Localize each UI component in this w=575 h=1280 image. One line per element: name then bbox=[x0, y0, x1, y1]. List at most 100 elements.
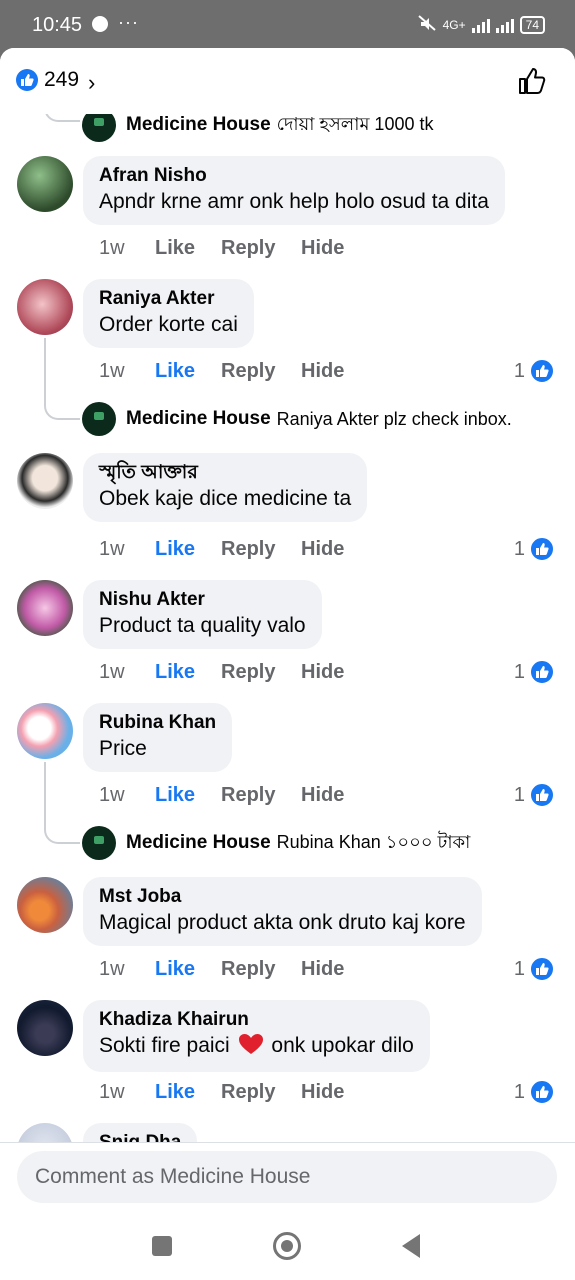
reaction-number: 1 bbox=[513, 1080, 525, 1103]
comment-text-part: Sokti fire paici bbox=[99, 1034, 230, 1057]
back-button[interactable] bbox=[402, 1234, 420, 1258]
comment-text: Product ta quality valo bbox=[99, 614, 306, 637]
comment-bubble[interactable]: Nishu Akter Product ta quality valo bbox=[83, 580, 322, 649]
hide-button[interactable]: Hide bbox=[301, 958, 344, 981]
like-button[interactable]: Like bbox=[155, 661, 221, 684]
comment-text: Price bbox=[99, 737, 147, 760]
reply-author[interactable]: Medicine House bbox=[126, 832, 271, 854]
comment-time[interactable]: 1w bbox=[99, 360, 155, 383]
reply-button[interactable]: Reply bbox=[221, 1081, 301, 1104]
reply-button[interactable]: Reply bbox=[221, 784, 301, 807]
reply-item: Medicine House Rubina Khan ১০০০ টাকা bbox=[82, 826, 470, 860]
comment-time[interactable]: 1w bbox=[99, 538, 155, 561]
like-reaction-icon[interactable] bbox=[16, 69, 38, 91]
comment-bubble[interactable]: Mst Joba Magical product akta onk druto … bbox=[83, 877, 482, 946]
comment-author[interactable]: Snig Dha bbox=[99, 1131, 181, 1142]
comment-text: Magical product akta onk druto kaj kore bbox=[99, 911, 466, 934]
chevron-right-icon[interactable]: › bbox=[88, 70, 95, 96]
comment-bubble[interactable]: Khadiza Khairun Sokti fire paici onk upo… bbox=[83, 1000, 430, 1072]
comment-author[interactable]: Mst Joba bbox=[99, 885, 466, 909]
signal-icon-2 bbox=[495, 17, 514, 33]
reaction-count[interactable]: 1 bbox=[514, 659, 555, 685]
comment-time[interactable]: 1w bbox=[99, 661, 155, 684]
avatar[interactable] bbox=[17, 580, 73, 636]
avatar[interactable] bbox=[17, 703, 73, 759]
comment-actions: 1w Like Reply Hide bbox=[99, 360, 344, 383]
like-button[interactable]: Like bbox=[155, 784, 221, 807]
reaction-count[interactable]: 1 bbox=[514, 358, 555, 384]
comment-feed[interactable]: Medicine House দোয়া হসলাম 1000 tk Afran… bbox=[0, 48, 575, 1142]
comment-bubble[interactable]: Afran Nisho Apndr krne amr onk help holo… bbox=[83, 156, 505, 225]
avatar[interactable] bbox=[17, 1000, 73, 1056]
like-outline-icon[interactable] bbox=[517, 66, 547, 101]
avatar[interactable] bbox=[17, 1123, 73, 1142]
reaction-count[interactable]: 1 bbox=[514, 1079, 555, 1105]
comment-text: Order korte cai bbox=[99, 313, 238, 336]
reply-button[interactable]: Reply bbox=[221, 538, 301, 561]
reply-button[interactable]: Reply bbox=[221, 661, 301, 684]
reply-item: Medicine House Raniya Akter plz check in… bbox=[82, 402, 512, 436]
comment-actions: 1w Like Reply Hide bbox=[99, 538, 344, 561]
thread-line bbox=[44, 338, 80, 420]
comment-input[interactable] bbox=[17, 1151, 557, 1203]
like-button[interactable]: Like bbox=[155, 360, 221, 383]
reaction-count[interactable]: 1 bbox=[514, 956, 555, 982]
comment-author[interactable]: Nishu Akter bbox=[99, 588, 306, 612]
network-type: 4G+ bbox=[442, 17, 466, 32]
comment-composer bbox=[0, 1142, 575, 1212]
hide-button[interactable]: Hide bbox=[301, 538, 344, 561]
reply-author[interactable]: Medicine House bbox=[126, 114, 271, 136]
hide-button[interactable]: Hide bbox=[301, 784, 344, 807]
reaction-count[interactable]: 1 bbox=[514, 536, 555, 562]
reply-button[interactable]: Reply bbox=[221, 958, 301, 981]
comment-bubble[interactable]: Rubina Khan Price bbox=[83, 703, 233, 772]
comment-author[interactable]: Raniya Akter bbox=[99, 287, 238, 311]
comment-time[interactable]: 1w bbox=[99, 784, 155, 807]
comment-text: Obek kaje dice medicine ta bbox=[99, 487, 352, 510]
comment-author[interactable]: Afran Nisho bbox=[99, 164, 489, 188]
comment-bubble[interactable]: Raniya Akter Order korte cai bbox=[83, 279, 254, 348]
recents-button[interactable] bbox=[152, 1236, 172, 1256]
like-button[interactable]: Like bbox=[155, 958, 221, 981]
reaction-count[interactable]: 1 bbox=[514, 782, 555, 808]
avatar[interactable] bbox=[82, 826, 116, 860]
comment-bubble[interactable]: Snig Dha bbox=[83, 1123, 198, 1142]
comment-time[interactable]: 1w bbox=[99, 237, 155, 260]
mute-icon bbox=[417, 14, 437, 35]
reaction-number: 1 bbox=[513, 783, 525, 806]
like-button[interactable]: Like bbox=[155, 237, 221, 260]
like-reaction-icon bbox=[529, 782, 555, 808]
battery-icon: 74 bbox=[519, 15, 545, 34]
hide-button[interactable]: Hide bbox=[301, 237, 344, 260]
comment-author[interactable]: স্মৃতি আক্তার bbox=[99, 461, 351, 485]
hide-button[interactable]: Hide bbox=[301, 661, 344, 684]
reactions-header: 249 › bbox=[0, 48, 575, 114]
signal-icon bbox=[471, 17, 490, 33]
avatar[interactable] bbox=[82, 402, 116, 436]
reaction-total[interactable]: 249 bbox=[44, 68, 79, 92]
reply-author[interactable]: Medicine House bbox=[126, 408, 271, 430]
comment-author[interactable]: Khadiza Khairun bbox=[99, 1008, 414, 1032]
status-bar: 10:45 ··· 4G+ 74 bbox=[0, 0, 575, 48]
reply-button[interactable]: Reply bbox=[221, 360, 301, 383]
thread-line bbox=[44, 762, 80, 844]
comment-bubble[interactable]: স্মৃতি আক্তার Obek kaje dice medicine ta bbox=[83, 453, 368, 522]
avatar[interactable] bbox=[17, 453, 73, 509]
comment-actions: 1w Like Reply Hide bbox=[99, 784, 344, 807]
home-button[interactable] bbox=[273, 1232, 301, 1260]
comment-actions: 1w Like Reply Hide bbox=[99, 237, 344, 260]
comment-text: Apndr krne amr onk help holo osud ta dit… bbox=[99, 190, 489, 213]
hide-button[interactable]: Hide bbox=[301, 1081, 344, 1104]
comment-time[interactable]: 1w bbox=[99, 958, 155, 981]
avatar[interactable] bbox=[17, 156, 73, 212]
reply-text: Raniya Akter plz check inbox. bbox=[276, 408, 512, 429]
like-button[interactable]: Like bbox=[155, 538, 221, 561]
comment-author[interactable]: Rubina Khan bbox=[99, 711, 216, 735]
hide-button[interactable]: Hide bbox=[301, 360, 344, 383]
reply-button[interactable]: Reply bbox=[221, 237, 301, 260]
avatar[interactable] bbox=[17, 877, 73, 933]
like-button[interactable]: Like bbox=[155, 1081, 221, 1104]
comment-time[interactable]: 1w bbox=[99, 1081, 155, 1104]
avatar[interactable] bbox=[17, 279, 73, 335]
comment-text: Sokti fire paici onk upokar dilo bbox=[99, 1032, 414, 1063]
